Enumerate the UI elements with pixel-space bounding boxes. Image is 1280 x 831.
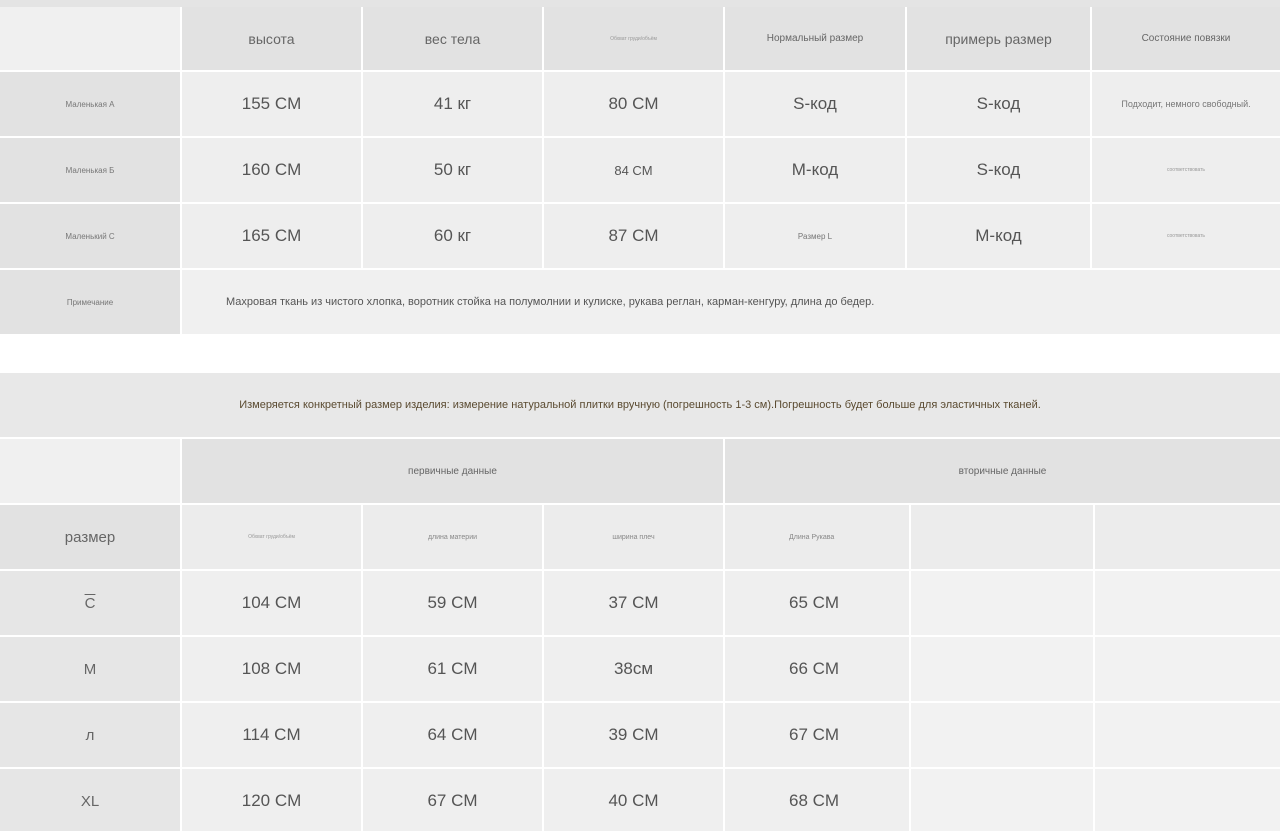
table-row: Маленькая Б 160 CM 50 кг 84 CM M-код S-к… [0, 138, 1280, 204]
size-cell: л [0, 703, 182, 769]
row-label: Маленькая Б [0, 138, 182, 204]
subheader-sleeve: Длина Рукава [725, 505, 911, 571]
cell-empty [1095, 703, 1280, 769]
cell-shoulder: 40 CM [544, 769, 725, 831]
size-header: размер [0, 505, 182, 571]
note-row: Примечание Махровая ткань из чистого хло… [0, 270, 1280, 336]
cell-height: 155 CM [182, 72, 363, 138]
note-text: Махровая ткань из чистого хлопка, воротн… [182, 270, 1280, 336]
table-row: л 114 CM 64 CM 39 CM 67 CM [0, 703, 1280, 769]
cell-length: 59 CM [363, 571, 544, 637]
header-bust: Обхват груди/объём [544, 7, 725, 72]
cell-shoulder: 39 CM [544, 703, 725, 769]
header-tried-size: примерь размер [907, 7, 1092, 72]
row-label: Маленькая A [0, 72, 182, 138]
cell-tried-size: S-код [907, 72, 1092, 138]
cell-bust: 114 CM [182, 703, 363, 769]
cell-fit: Подходит, немного свободный. [1092, 72, 1280, 138]
cell-normal-size: Размер L [725, 204, 907, 270]
cell-length: 64 CM [363, 703, 544, 769]
header-corner [0, 439, 182, 505]
cell-height: 160 CM [182, 138, 363, 204]
cell-sleeve: 66 CM [725, 637, 911, 703]
section-spacer [0, 339, 1280, 373]
cell-sleeve: 68 CM [725, 769, 911, 831]
group-header-row: первичные данные вторичные данные [0, 439, 1280, 505]
size-cell: XL [0, 769, 182, 831]
subheader-shoulder: ширина плеч [544, 505, 725, 571]
cell-bust: 108 CM [182, 637, 363, 703]
measurement-notice: Измеряется конкретный размер изделия: из… [0, 373, 1280, 437]
cell-length: 61 CM [363, 637, 544, 703]
model-size-table: высота вес тела Обхват груди/объём Норма… [0, 7, 1280, 336]
table-row: C 104 CM 59 CM 37 CM 65 CM [0, 571, 1280, 637]
size-cell: M [0, 637, 182, 703]
subheader-empty [1095, 505, 1280, 571]
cell-normal-size: M-код [725, 138, 907, 204]
size-label: C [84, 594, 96, 612]
subheader-empty [911, 505, 1095, 571]
header-corner [0, 7, 182, 72]
cell-fit: соответствовать [1092, 204, 1280, 270]
cell-shoulder: 37 CM [544, 571, 725, 637]
table-row: Маленькая A 155 CM 41 кг 80 CM S-код S-к… [0, 72, 1280, 138]
header-normal-size: Нормальный размер [725, 7, 907, 72]
cell-sleeve: 67 CM [725, 703, 911, 769]
top-divider [0, 0, 1280, 7]
cell-empty [1095, 769, 1280, 831]
cell-bust: 104 CM [182, 571, 363, 637]
cell-weight: 60 кг [363, 204, 544, 270]
cell-tried-size: M-код [907, 204, 1092, 270]
table-row: XL 120 CM 67 CM 40 CM 68 CM [0, 769, 1280, 831]
cell-bust: 80 CM [544, 72, 725, 138]
table-row: Маленький C 165 CM 60 кг 87 CM Размер L … [0, 204, 1280, 270]
header-fit: Состояние повязки [1092, 7, 1280, 72]
sub-header-row: размер Обхват груди/объём длина материи … [0, 505, 1280, 571]
cell-bust: 87 CM [544, 204, 725, 270]
size-chart-page: высота вес тела Обхват груди/объём Норма… [0, 0, 1280, 831]
table-header-row: высота вес тела Обхват груди/объём Норма… [0, 7, 1280, 72]
cell-bust: 120 CM [182, 769, 363, 831]
cell-weight: 50 кг [363, 138, 544, 204]
cell-fit: соответствовать [1092, 138, 1280, 204]
cell-empty [911, 769, 1095, 831]
cell-height: 165 CM [182, 204, 363, 270]
cell-length: 67 CM [363, 769, 544, 831]
cell-empty [911, 637, 1095, 703]
note-label: Примечание [0, 270, 182, 336]
cell-empty [911, 703, 1095, 769]
cell-shoulder: 38см [544, 637, 725, 703]
garment-measure-table: первичные данные вторичные данные размер… [0, 439, 1280, 831]
header-height: высота [182, 7, 363, 72]
cell-empty [911, 571, 1095, 637]
cell-empty [1095, 571, 1280, 637]
table-row: M 108 CM 61 CM 38см 66 CM [0, 637, 1280, 703]
cell-normal-size: S-код [725, 72, 907, 138]
group-primary: первичные данные [182, 439, 725, 505]
subheader-bust: Обхват груди/объём [182, 505, 363, 571]
subheader-length: длина материи [363, 505, 544, 571]
group-secondary: вторичные данные [725, 439, 1280, 505]
cell-sleeve: 65 CM [725, 571, 911, 637]
cell-empty [1095, 637, 1280, 703]
cell-bust: 84 CM [544, 138, 725, 204]
header-weight: вес тела [363, 7, 544, 72]
cell-weight: 41 кг [363, 72, 544, 138]
size-cell: C [0, 571, 182, 637]
row-label: Маленький C [0, 204, 182, 270]
cell-tried-size: S-код [907, 138, 1092, 204]
